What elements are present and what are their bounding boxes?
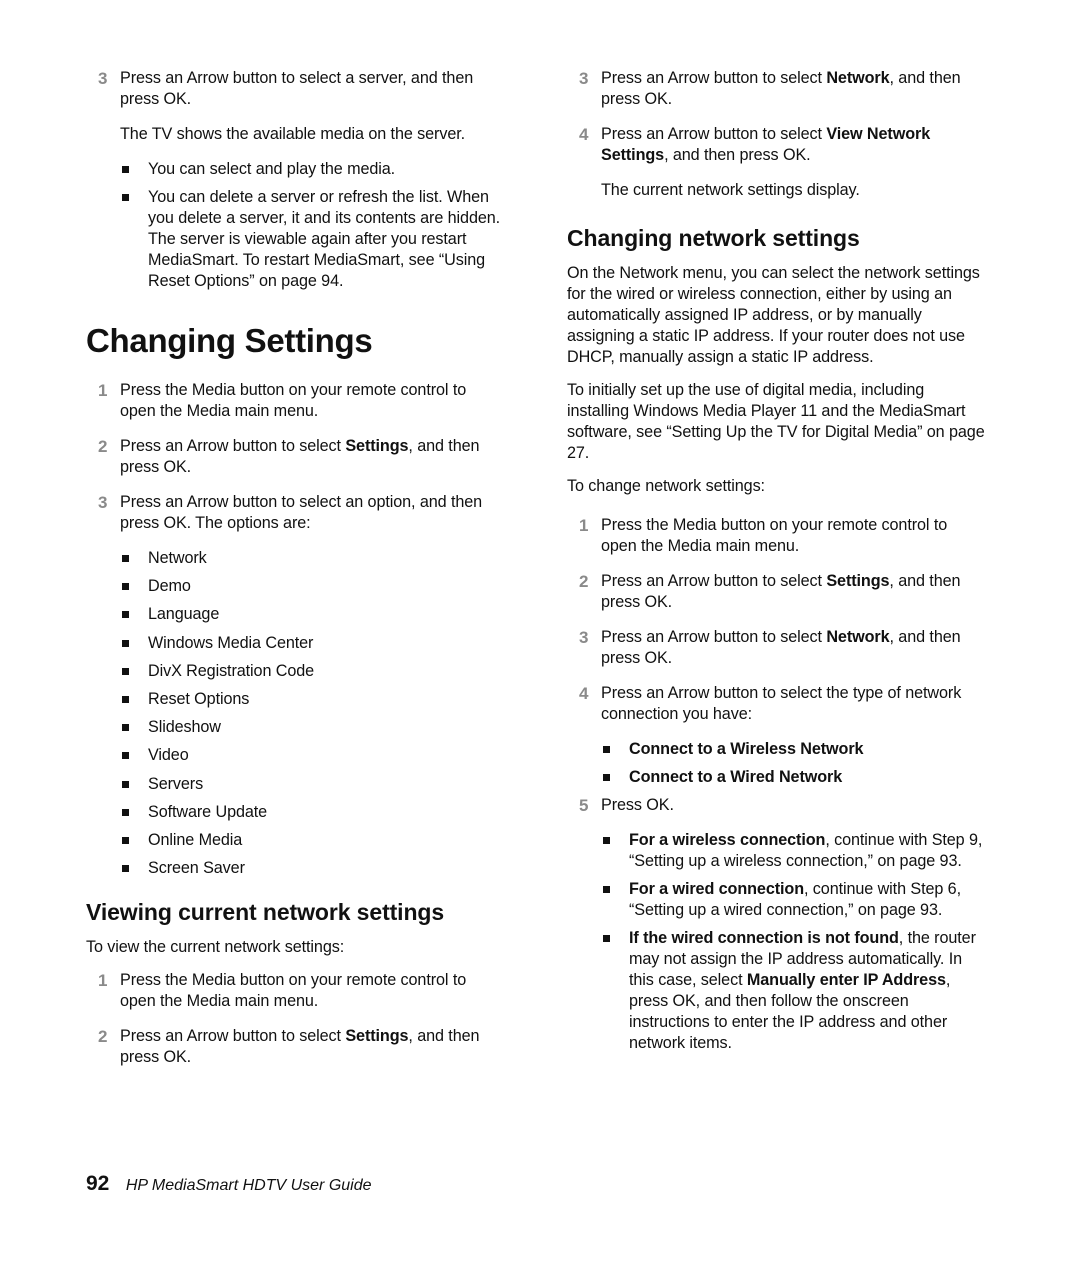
step-text: , and then press OK.: [664, 146, 811, 164]
step: 4 Press an Arrow button to select the ty…: [567, 683, 987, 725]
connection-type: Connect to a Wireless Network: [629, 740, 864, 758]
list-item: Online Media: [122, 830, 506, 851]
step: 3 Press an Arrow button to select an opt…: [86, 492, 506, 534]
server-bullets: You can select and play the media. You c…: [86, 159, 506, 292]
list-item: Screen Saver: [122, 858, 506, 879]
step-text: Press the Media button on your remote co…: [601, 516, 948, 555]
list-item: Demo: [122, 576, 506, 597]
section-intro: To view the current network settings:: [86, 938, 345, 957]
list-item: Language: [122, 604, 506, 625]
step-number: 1: [98, 971, 108, 991]
server-note: The TV shows the available media on the …: [120, 125, 466, 143]
step: 5 Press OK.: [567, 795, 987, 816]
step-number: 1: [98, 381, 108, 400]
step-number: 3: [579, 628, 589, 647]
step: 2 Press an Arrow button to select Settin…: [86, 1026, 506, 1068]
step: 1 Press the Media button on your remote …: [86, 970, 506, 1012]
outcome-keyword: Manually enter IP Address: [746, 971, 946, 989]
step-text: Press an Arrow button to select: [601, 572, 827, 590]
step-keyword: Settings: [345, 1027, 409, 1046]
settings-options-list: Network Demo Language Windows Media Cent…: [86, 548, 506, 879]
step-keyword: Network: [826, 628, 890, 646]
list-item: You can select and play the media.: [122, 159, 506, 180]
outcome-keyword: If the wired connection is not found: [629, 929, 899, 947]
step-text: Press an Arrow button to select a server…: [120, 69, 474, 108]
step: 3 Press an Arrow button to select Networ…: [567, 68, 987, 110]
step: 2 Press an Arrow button to select Settin…: [86, 436, 506, 478]
step-text: Press an Arrow button to select the type…: [601, 684, 962, 723]
outcome-keyword: For a wired connection: [629, 880, 804, 898]
step-number: 2: [98, 437, 108, 456]
step-number: 3: [579, 69, 589, 88]
connection-type: Connect to a Wired Network: [629, 768, 843, 786]
list-item: Video: [122, 745, 506, 766]
paragraph: To initially set up the use of digital m…: [567, 381, 985, 462]
list-item: DivX Registration Code: [122, 661, 506, 682]
step-select-server: 3 Press an Arrow button to select a serv…: [86, 68, 506, 110]
right-column: 3 Press an Arrow button to select Networ…: [567, 68, 987, 1064]
step: 1 Press the Media button on your remote …: [567, 515, 987, 557]
step-text: Press an Arrow button to select: [120, 437, 346, 455]
step-keyword: Network: [826, 69, 890, 87]
step-text: Press an Arrow button to select: [601, 125, 827, 143]
step-keyword: Settings: [826, 572, 890, 590]
list-item: Slideshow: [122, 717, 506, 738]
step: 3 Press an Arrow button to select Networ…: [567, 627, 987, 669]
page-number: 92: [86, 1172, 110, 1195]
step-number: 4: [579, 125, 589, 144]
section-heading: Changing network settings: [567, 225, 860, 251]
step-number: 3: [98, 493, 108, 512]
list-item: Windows Media Center: [122, 633, 506, 654]
left-column: 3 Press an Arrow button to select a serv…: [86, 68, 506, 1082]
list-item: If the wired connection is not found, th…: [603, 928, 987, 1054]
settings-display-note: The current network settings display.: [601, 181, 860, 199]
step-keyword: Settings: [345, 437, 409, 455]
step-text: Press an Arrow button to select: [120, 1027, 346, 1046]
step-number: 2: [98, 1027, 108, 1047]
list-item: For a wireless connection, continue with…: [603, 830, 987, 872]
step-text: Press an Arrow button to select an optio…: [120, 493, 483, 532]
step-number: 1: [579, 516, 589, 535]
page-title: Changing Settings: [86, 322, 373, 359]
step-number: 2: [579, 572, 589, 591]
step-number: 5: [579, 796, 589, 815]
step-number: 3: [98, 69, 108, 88]
step: 2 Press an Arrow button to select Settin…: [567, 571, 987, 613]
list-item: Software Update: [122, 802, 506, 823]
list-item: Connect to a Wireless Network: [603, 739, 987, 760]
list-item: For a wired connection, continue with St…: [603, 879, 987, 921]
connection-type-list: Connect to a Wireless Network Connect to…: [567, 739, 987, 788]
outcome-list: For a wireless connection, continue with…: [567, 830, 987, 1054]
step-number: 4: [579, 684, 589, 703]
paragraph: To change network settings:: [567, 477, 765, 495]
list-item: Servers: [122, 774, 506, 795]
list-item: Connect to a Wired Network: [603, 767, 987, 788]
step: 4 Press an Arrow button to select View N…: [567, 124, 987, 166]
step-text: Press OK.: [601, 796, 674, 814]
page-footer: 92 HP MediaSmart HDTV User Guide: [86, 1172, 372, 1196]
document-title: HP MediaSmart HDTV User Guide: [125, 1177, 372, 1194]
step: 1 Press the Media button on your remote …: [86, 380, 506, 422]
step-text: Press the Media button on your remote co…: [120, 381, 467, 420]
paragraph: On the Network menu, you can select the …: [567, 264, 980, 366]
list-item: Network: [122, 548, 506, 569]
section-heading: Viewing current network settings: [86, 899, 445, 926]
step-text: Press an Arrow button to select: [601, 69, 827, 87]
list-item: You can delete a server or refresh the l…: [122, 187, 506, 292]
list-item: Reset Options: [122, 689, 506, 710]
step-text: Press the Media button on your remote co…: [120, 971, 467, 1011]
outcome-keyword: For a wireless connection: [629, 831, 826, 849]
step-text: Press an Arrow button to select: [601, 628, 827, 646]
